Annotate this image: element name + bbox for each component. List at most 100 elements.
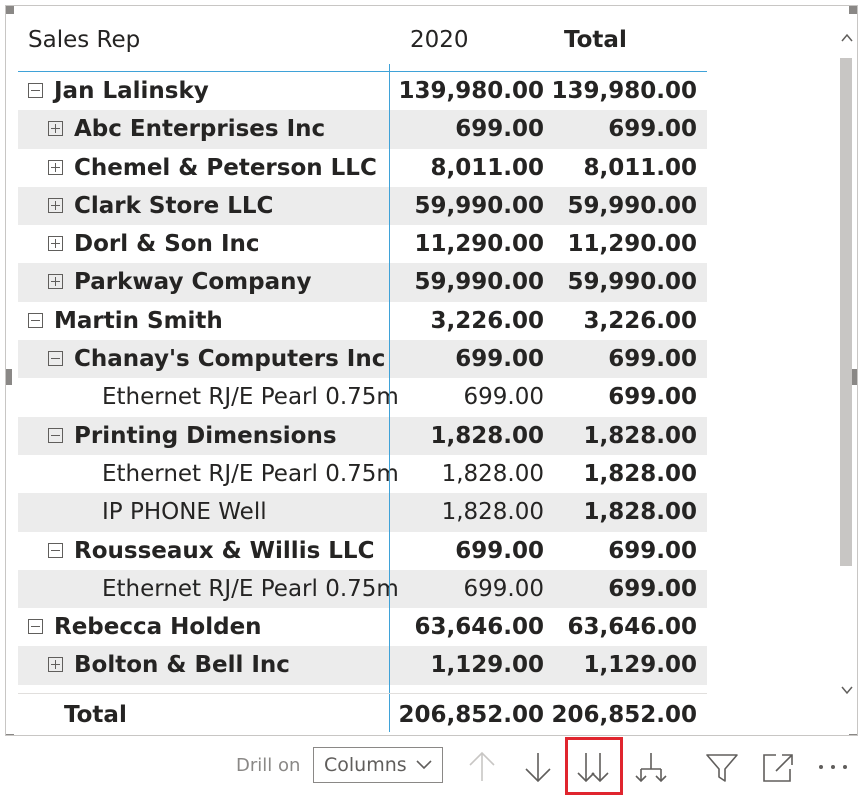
expand-plus-icon[interactable] <box>48 197 63 213</box>
resize-handle-bottom-left[interactable] <box>6 734 14 735</box>
cell-total: 1,828.00 <box>583 499 698 526</box>
collapse-minus-icon[interactable] <box>28 619 43 635</box>
cell-total: 11,290.00 <box>567 231 698 258</box>
matrix-body: Jan Lalinsky 139,980.00 139,980.00 Abc Ente… <box>18 72 707 685</box>
row-label: Clark Store LLC <box>74 192 274 219</box>
cell-total: 139,980.00 <box>551 78 697 104</box>
table-row[interactable]: Bolton & Bell Inc 1,129.00 1,129.00 <box>18 646 707 685</box>
row-label: Bolton & Bell Inc <box>74 652 290 679</box>
table-row[interactable]: Clark Store LLC 59,990.00 59,990.00 <box>18 186 707 226</box>
cell-2020: 1,828.00 <box>430 422 545 449</box>
collapse-minus-icon[interactable] <box>48 427 63 443</box>
cell-2020: 63,646.00 <box>414 614 545 641</box>
cell-total: 699.00 <box>608 346 697 373</box>
focus-mode-icon[interactable] <box>758 747 798 787</box>
expand-plus-icon[interactable] <box>48 159 63 175</box>
resize-handle-top-right[interactable] <box>849 6 857 14</box>
cell-2020: 699.00 <box>455 346 544 373</box>
row-label: Rousseaux & Willis LLC <box>74 537 375 564</box>
table-row[interactable]: Ethernet RJ/E Pearl 0.75m 1,828.00 1,828.0… <box>18 455 707 493</box>
header-sales-rep[interactable]: Sales Rep <box>28 24 140 56</box>
cell-2020: 1,828.00 <box>441 460 544 487</box>
table-row[interactable]: Parkway Company 59,990.00 59,990.00 <box>18 263 707 302</box>
chevron-down-icon[interactable] <box>838 682 856 702</box>
cell-2020: 59,990.00 <box>414 192 545 219</box>
filter-icon[interactable] <box>702 747 742 787</box>
cell-2020: 1,129.00 <box>430 652 545 679</box>
row-label: Dorl & Son Inc <box>74 231 260 258</box>
cell-2020: 59,990.00 <box>414 269 545 296</box>
table-row[interactable]: Jan Lalinsky 139,980.00 139,980.00 <box>18 72 707 110</box>
cell-2020: 139,980.00 <box>398 78 544 104</box>
row-label: Chanay's Computers Inc <box>74 346 386 373</box>
cell-2020: 699.00 <box>463 575 544 602</box>
cell-2020: 699.00 <box>455 116 544 143</box>
matrix-header: Sales Rep 2020 Total <box>18 14 707 72</box>
row-label: Printing Dimensions <box>74 422 337 449</box>
expand-plus-icon[interactable] <box>48 121 63 137</box>
header-year-2020[interactable]: 2020 <box>410 24 469 56</box>
cell-total: 3,226.00 <box>583 307 698 334</box>
table-row[interactable]: Rebecca Holden 63,646.00 63,646.00 <box>18 608 707 646</box>
grand-total-2020: 206,852.00 <box>398 702 544 728</box>
cell-total: 1,828.00 <box>583 460 698 487</box>
table-row[interactable]: Dorl & Son Inc 11,290.00 11,290.00 <box>18 225 707 263</box>
cell-2020: 699.00 <box>455 537 544 564</box>
header-total[interactable]: Total <box>564 24 627 56</box>
cell-2020: 699.00 <box>463 384 544 411</box>
resize-handle-top-left[interactable] <box>6 6 14 14</box>
more-options-icon[interactable] <box>813 747 853 787</box>
cell-2020: 8,011.00 <box>430 154 545 181</box>
table-row[interactable]: Ethernet RJ/E Pearl 0.75m 699.00 699.00 <box>18 378 707 416</box>
cell-total: 8,011.00 <box>583 154 698 181</box>
cell-total: 59,990.00 <box>567 269 698 296</box>
cell-total: 1,828.00 <box>583 422 698 449</box>
row-label: Parkway Company <box>74 269 312 296</box>
expand-plus-icon[interactable] <box>48 274 63 290</box>
row-label: Rebecca Holden <box>54 614 262 641</box>
matrix-visual[interactable]: Sales Rep 2020 Total Jan Lalinsky 139,980… <box>5 5 858 736</box>
table-row[interactable]: Martin Smith 3,226.00 3,226.00 <box>18 302 707 340</box>
table-row[interactable]: Ethernet RJ/E Pearl 0.75m 699.00 699.00 <box>18 569 707 609</box>
expand-all-icon[interactable] <box>573 747 613 787</box>
row-label: Jan Lalinsky <box>54 78 209 104</box>
cell-total: 699.00 <box>608 575 697 602</box>
table-row[interactable]: Printing Dimensions 1,828.00 1,828.00 <box>18 416 707 455</box>
resize-handle-middle-left[interactable] <box>6 369 12 385</box>
expand-plus-icon[interactable] <box>48 657 63 673</box>
matrix-table: Sales Rep 2020 Total Jan Lalinsky 139,980… <box>18 14 707 685</box>
chevron-down-icon <box>414 754 434 779</box>
grand-total-total: 206,852.00 <box>551 702 697 728</box>
visual-header-toolbar: Drill on Columns <box>0 737 864 797</box>
cell-total: 1,129.00 <box>583 652 698 679</box>
grand-total-row: Total 206,852.00 206,852.00 <box>18 693 707 735</box>
grand-total-label: Total <box>64 702 127 728</box>
resize-handle-bottom-right[interactable] <box>849 734 857 735</box>
table-row[interactable]: Chanay's Computers Inc 699.00 699.00 <box>18 340 707 379</box>
vertical-scrollbar[interactable] <box>838 20 856 710</box>
drill-down-icon[interactable] <box>518 747 558 787</box>
scrollbar-thumb[interactable] <box>840 58 852 566</box>
cell-2020: 3,226.00 <box>430 307 545 334</box>
drill-on-dropdown[interactable]: Columns <box>313 747 443 783</box>
row-label: Abc Enterprises Inc <box>74 116 326 143</box>
table-row[interactable]: Chemel & Peterson LLC 8,011.00 8,011.00 <box>18 149 707 187</box>
cell-total: 699.00 <box>608 537 697 564</box>
table-row[interactable]: IP PHONE Well 1,828.00 1,828.00 <box>18 493 707 532</box>
chevron-up-icon[interactable] <box>838 30 856 50</box>
row-label: Ethernet RJ/E Pearl 0.75m <box>102 460 399 487</box>
expand-next-level-icon[interactable] <box>631 747 671 787</box>
expand-plus-icon[interactable] <box>48 236 63 252</box>
drill-on-value: Columns <box>324 754 407 776</box>
collapse-minus-icon[interactable] <box>48 542 63 558</box>
collapse-minus-icon[interactable] <box>28 312 43 328</box>
column-divider <box>389 64 390 732</box>
drill-up-icon[interactable] <box>462 747 502 787</box>
collapse-minus-icon[interactable] <box>48 351 63 367</box>
table-row[interactable]: Abc Enterprises Inc 699.00 699.00 <box>18 110 707 149</box>
row-label: Martin Smith <box>54 307 223 334</box>
collapse-minus-icon[interactable] <box>28 83 43 98</box>
table-row[interactable]: Rousseaux & Willis LLC 699.00 699.00 <box>18 532 707 570</box>
cell-total: 63,646.00 <box>567 614 698 641</box>
cell-2020: 1,828.00 <box>441 499 544 526</box>
